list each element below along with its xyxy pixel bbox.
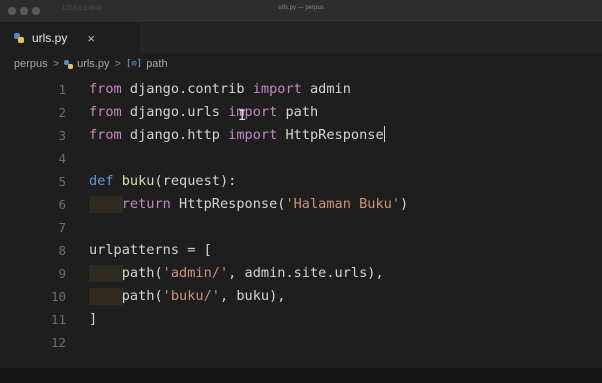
- breadcrumb-file[interactable]: urls.py: [77, 58, 109, 70]
- text-caret: [383, 126, 385, 142]
- code-text: return HttpResponse('Halaman Buku'): [89, 193, 408, 216]
- code-token: ): [400, 196, 409, 212]
- code-text: from django.http import HttpResponse: [89, 124, 385, 147]
- tab-bar: urls.py ×: [0, 23, 602, 53]
- code-token: return: [121, 196, 171, 212]
- code-token: path: [277, 104, 319, 120]
- code-token: import: [228, 104, 278, 120]
- code-token: django.contrib: [121, 81, 253, 97]
- code-line[interactable]: 4: [0, 147, 602, 170]
- breadcrumb-symbol[interactable]: path: [146, 58, 167, 70]
- status-bar: [0, 368, 602, 383]
- code-line[interactable]: 12: [0, 331, 602, 354]
- code-token: , buku),: [219, 288, 286, 304]
- code-token: HttpResponse(: [170, 196, 286, 212]
- code-line[interactable]: 10 path('buku/', buku),: [0, 285, 602, 308]
- line-number: 10: [50, 289, 66, 304]
- code-line[interactable]: 8 urlpatterns = [: [0, 239, 602, 262]
- code-token: urlpatterns = [: [89, 242, 212, 258]
- symbol-variable-icon: [⊙]: [125, 59, 143, 69]
- code-token: (request):: [154, 173, 237, 189]
- code-line[interactable]: 5 def buku(request):: [0, 170, 602, 193]
- code-token: 'admin/': [162, 265, 229, 281]
- line-number: 2: [58, 105, 66, 120]
- code-token: 'Halaman Buku': [285, 196, 401, 212]
- code-text: from django.contrib import admin: [89, 78, 351, 101]
- code-token: def: [89, 173, 114, 189]
- window-title: urls.py — perpus: [278, 5, 324, 11]
- title-bar: 127.0.0.1:8000 urls.py — perpus: [0, 0, 602, 23]
- code-token: ]: [89, 311, 98, 327]
- line-number: 8: [58, 243, 66, 258]
- code-editor[interactable]: 1 from django.contrib import admin 2 from d…: [0, 78, 602, 368]
- python-file-icon: [14, 33, 24, 43]
- code-token: admin: [301, 81, 351, 97]
- breadcrumb-folder[interactable]: perpus: [14, 58, 48, 70]
- breadcrumb: perpus > urls.py > [⊙] path: [0, 53, 602, 75]
- line-number: 9: [58, 266, 66, 281]
- code-text: from django.urls import path: [89, 101, 318, 124]
- code-token: , admin.site.urls),: [228, 265, 384, 281]
- code-line[interactable]: 7: [0, 216, 602, 239]
- breadcrumb-separator-icon: >: [114, 58, 121, 70]
- code-token: django.http: [121, 127, 229, 143]
- line-number: 12: [50, 335, 66, 350]
- code-token: from: [89, 81, 122, 97]
- close-icon[interactable]: ×: [87, 31, 95, 46]
- code-line[interactable]: 2 from django.urls import path: [0, 101, 602, 124]
- code-text: urlpatterns = [: [89, 239, 212, 262]
- line-number: 1: [58, 82, 66, 97]
- code-line[interactable]: 1 from django.contrib import admin: [0, 78, 602, 101]
- code-token: HttpResponse: [277, 127, 384, 143]
- code-token: import: [252, 81, 302, 97]
- code-token: import: [228, 127, 278, 143]
- code-token: buku: [121, 173, 155, 189]
- code-line[interactable]: 11]: [0, 308, 602, 331]
- line-number: 11: [50, 312, 66, 327]
- code-line[interactable]: 9 path('admin/', admin.site.urls),: [0, 262, 602, 285]
- text-cursor-icon: I: [238, 108, 247, 124]
- code-line[interactable]: 3 from django.http import HttpResponse: [0, 124, 602, 147]
- code-line[interactable]: 6 return HttpResponse('Halaman Buku'): [0, 193, 602, 216]
- python-file-icon: [64, 59, 74, 69]
- code-token: path(: [89, 265, 163, 281]
- tab-urls-py[interactable]: urls.py ×: [0, 23, 141, 53]
- code-token: 'buku/': [162, 288, 220, 304]
- code-text: def buku(request):: [89, 170, 236, 193]
- code-token: path(: [89, 288, 163, 304]
- line-number: 7: [58, 220, 66, 235]
- code-text: path('buku/', buku),: [89, 285, 286, 308]
- tab-label: urls.py: [32, 31, 68, 45]
- code-token: from: [89, 127, 122, 143]
- line-number: 6: [58, 197, 66, 212]
- line-number: 5: [58, 174, 66, 189]
- code-text: path('admin/', admin.site.urls),: [89, 262, 384, 285]
- code-token: django.urls: [121, 104, 229, 120]
- code-token: from: [89, 104, 122, 120]
- line-number: 3: [58, 128, 66, 143]
- code-text: ]: [89, 308, 97, 331]
- breadcrumb-separator-icon: >: [52, 58, 60, 70]
- line-number: 4: [58, 151, 66, 166]
